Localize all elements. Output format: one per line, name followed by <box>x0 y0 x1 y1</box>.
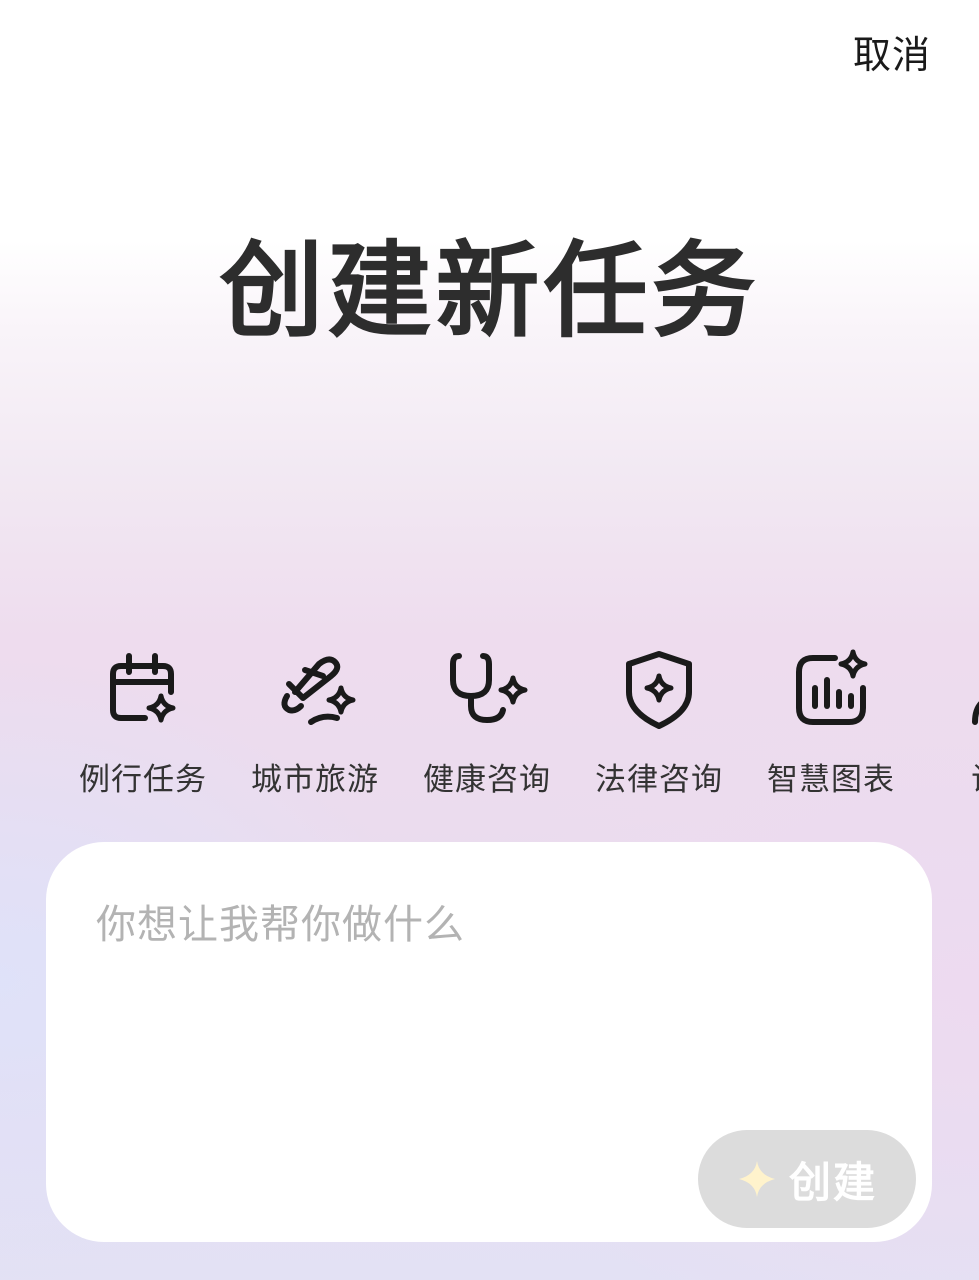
category-label: 智慧图表 <box>767 762 895 798</box>
create-button-label: 创建 <box>788 1158 877 1206</box>
page-title: 创建新任务 <box>219 230 760 352</box>
category-smart-chart[interactable]: 智慧图表 <box>745 648 917 799</box>
category-label: 试题 <box>917 754 979 799</box>
category-legal-consult[interactable]: 法律咨询 <box>573 648 745 799</box>
task-input-card: 创建 <box>46 842 932 1242</box>
category-label: 城市旅游 <box>251 762 379 798</box>
plane-sparkle-icon <box>271 648 359 736</box>
shield-sparkle-icon <box>615 648 703 736</box>
category-city-travel[interactable]: 城市旅游 <box>229 648 401 799</box>
category-label: 例行任务 <box>79 762 207 798</box>
category-label: 法律咨询 <box>595 762 723 798</box>
task-prompt-input[interactable] <box>96 892 876 1092</box>
create-button[interactable]: 创建 <box>698 1130 916 1228</box>
calendar-sparkle-icon <box>99 648 187 736</box>
category-health-consult[interactable]: 健康咨询 <box>401 648 573 799</box>
sparkle-icon <box>738 1161 775 1197</box>
category-list: 例行任务 城市旅游 健康咨询 法律咨询 智慧图表 <box>57 648 979 808</box>
chart-sparkle-icon <box>787 648 875 736</box>
cancel-button[interactable]: 取消 <box>853 24 931 79</box>
category-exam-questions[interactable]: 试题 <box>917 648 979 799</box>
person-icon <box>959 648 979 736</box>
category-routine-task[interactable]: 例行任务 <box>57 648 229 799</box>
stethoscope-sparkle-icon <box>443 648 531 736</box>
category-label: 健康咨询 <box>423 762 551 798</box>
